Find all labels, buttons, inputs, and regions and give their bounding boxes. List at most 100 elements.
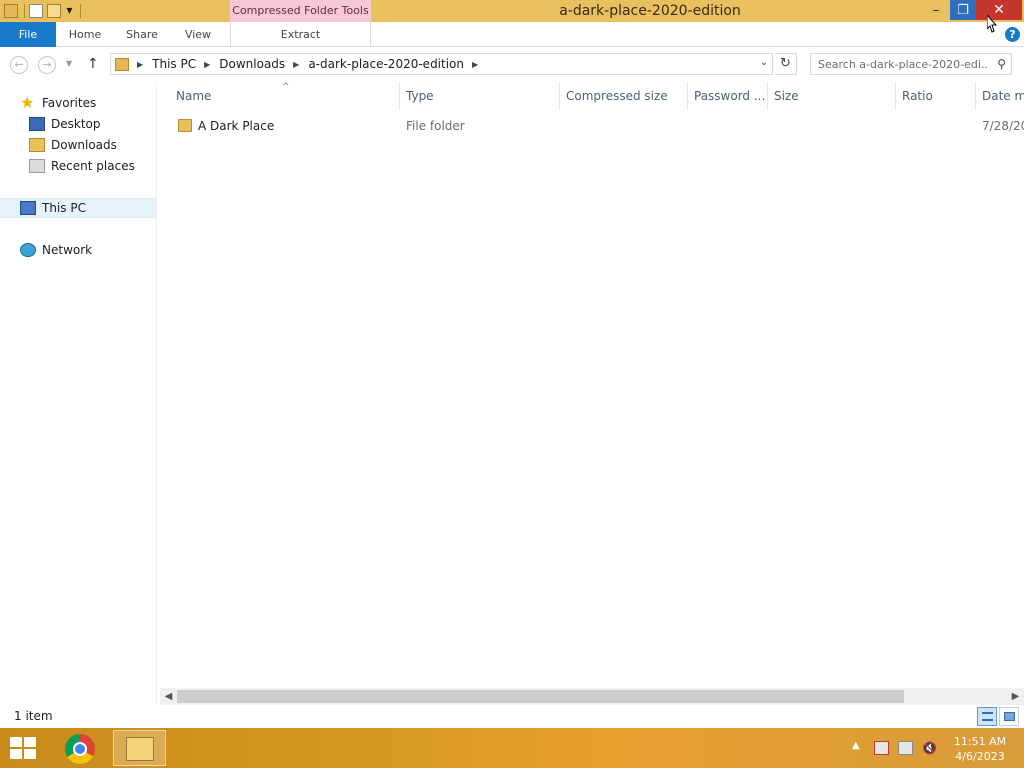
start-button[interactable] [10, 737, 38, 761]
search-box[interactable]: ⚲ [810, 53, 1012, 75]
windows-logo-icon [24, 749, 36, 759]
nav-item-recent-places[interactable]: Recent places [29, 156, 135, 176]
clock-time: 11:51 AM [953, 735, 1007, 748]
large-icons-view-button[interactable] [999, 707, 1019, 726]
breadcrumb-current-folder[interactable]: a-dark-place-2020-edition [308, 57, 464, 71]
windows-logo-icon [10, 749, 22, 759]
tab-view[interactable]: View [176, 22, 220, 47]
forward-arrow-icon[interactable]: → [38, 56, 56, 74]
column-header-date-modified[interactable]: Date mo [976, 82, 1024, 110]
downloads-folder-icon [29, 138, 45, 152]
mouse-cursor-icon [987, 15, 997, 33]
column-header-size[interactable]: Size [768, 82, 896, 110]
large-icons-view-icon [1004, 712, 1015, 721]
compressed-folder-icon [115, 57, 129, 71]
show-hidden-icons-chevron-icon[interactable]: ▲ [852, 740, 860, 751]
minimize-button[interactable]: – [922, 0, 950, 20]
nav-item-downloads[interactable]: Downloads [29, 135, 117, 155]
nav-favorites[interactable]: ★ Favorites [20, 93, 96, 113]
volume-muted-icon[interactable]: 🔇 [922, 741, 937, 755]
item-count: 1 item [14, 709, 53, 723]
nav-this-pc[interactable]: This PC [0, 198, 157, 218]
customize-qat-dropdown-icon[interactable]: ▼ [65, 4, 74, 18]
properties-icon[interactable] [29, 4, 43, 18]
compressed-folder-tools-header: Compressed Folder Tools [230, 0, 371, 22]
qat-divider [24, 4, 25, 18]
tab-extract[interactable]: Extract [230, 22, 371, 47]
windows-logo-icon [10, 737, 22, 747]
action-center-flag-icon[interactable] [874, 741, 889, 755]
tab-file[interactable]: File [0, 22, 56, 47]
nav-network[interactable]: Network [20, 240, 92, 260]
network-icon [20, 243, 36, 257]
horizontal-scrollbar[interactable]: ◀ ▶ [160, 688, 1024, 705]
windows-logo-icon [24, 737, 36, 747]
qat-divider-2 [80, 4, 81, 18]
file-explorer-taskbar-button[interactable] [113, 730, 166, 766]
file-list: Name ^ Type Compressed size Password ...… [160, 82, 1024, 688]
title-bar: ▼ Compressed Folder Tools a-dark-place-2… [0, 0, 1024, 22]
breadcrumb-chevron-icon[interactable]: ▶ [137, 60, 143, 69]
details-view-icon [982, 712, 993, 721]
navigation-pane: ★ Favorites Desktop Downloads Recent pla… [0, 82, 157, 704]
column-header-password[interactable]: Password ... [688, 82, 768, 110]
help-icon[interactable]: ? [1005, 27, 1020, 42]
window-title: a-dark-place-2020-edition [559, 3, 741, 19]
close-button[interactable]: ✕ [976, 0, 1022, 20]
ribbon-tab-bar: File Home Share View Extract [0, 22, 1024, 47]
breadcrumb-chevron-icon[interactable]: ▶ [204, 60, 210, 69]
maximize-button[interactable]: ❐ [950, 0, 976, 20]
search-input[interactable] [811, 54, 989, 74]
clock-date: 4/6/2023 [955, 750, 1005, 763]
nav-network-label: Network [42, 243, 93, 257]
taskbar [0, 728, 1024, 768]
file-name[interactable]: A Dark Place [198, 116, 274, 136]
nav-item-desktop[interactable]: Desktop [29, 114, 101, 134]
navigation-bar: ← → ▼ ↑ ▶ This PC ▶ Downloads ▶ a-dark-p… [0, 48, 1024, 81]
nav-favorites-label: Favorites [42, 96, 97, 110]
sort-ascending-icon: ^ [282, 82, 290, 92]
star-icon: ★ [20, 93, 35, 112]
column-header-type[interactable]: Type [400, 82, 560, 110]
column-header-compressed-size[interactable]: Compressed size [560, 82, 688, 110]
address-bar[interactable]: ▶ This PC ▶ Downloads ▶ a-dark-place-202… [110, 53, 773, 75]
breadcrumb-downloads[interactable]: Downloads [219, 57, 285, 71]
quick-access-toolbar: ▼ [0, 0, 81, 22]
address-dropdown-icon[interactable]: ⌄ [760, 57, 768, 68]
file-explorer-icon [126, 737, 154, 761]
status-bar: 1 item [0, 705, 1024, 728]
chrome-icon-center [73, 742, 87, 756]
recent-locations-chevron-icon[interactable]: ▼ [66, 59, 72, 68]
nav-item-label: Desktop [51, 117, 101, 131]
chrome-taskbar-icon[interactable] [65, 734, 95, 764]
search-icon[interactable]: ⚲ [997, 57, 1006, 71]
breadcrumb-this-pc[interactable]: This PC [152, 57, 196, 71]
file-type: File folder [406, 119, 465, 133]
details-view-button[interactable] [977, 707, 997, 726]
column-header-label: Name [176, 89, 212, 103]
folder-app-icon[interactable] [4, 4, 18, 18]
up-arrow-icon[interactable]: ↑ [87, 56, 99, 72]
taskbar-clock[interactable]: 11:51 AM 4/6/2023 [948, 734, 1012, 764]
breadcrumb-chevron-icon[interactable]: ▶ [472, 60, 478, 69]
tab-home[interactable]: Home [60, 22, 110, 47]
computer-icon [20, 201, 36, 215]
file-date-modified: 7/28/20 [982, 119, 1024, 133]
new-folder-icon[interactable] [47, 4, 61, 18]
scroll-right-arrow-icon[interactable]: ▶ [1007, 688, 1024, 705]
table-row[interactable]: A Dark Place File folder 7/28/20 [170, 116, 1024, 136]
nav-this-pc-label: This PC [42, 201, 86, 215]
nav-item-label: Downloads [51, 138, 117, 152]
column-header-ratio[interactable]: Ratio [896, 82, 976, 110]
back-arrow-icon[interactable]: ← [10, 56, 28, 74]
refresh-icon[interactable]: ↻ [775, 53, 797, 75]
folder-icon [178, 119, 192, 132]
scroll-left-arrow-icon[interactable]: ◀ [160, 688, 177, 705]
desktop-icon [29, 117, 45, 131]
recent-places-icon [29, 159, 45, 173]
tab-share[interactable]: Share [118, 22, 166, 47]
network-status-icon[interactable] [898, 741, 913, 755]
nav-item-label: Recent places [51, 159, 135, 173]
breadcrumb-chevron-icon[interactable]: ▶ [293, 60, 299, 69]
scrollbar-thumb[interactable] [177, 690, 904, 703]
